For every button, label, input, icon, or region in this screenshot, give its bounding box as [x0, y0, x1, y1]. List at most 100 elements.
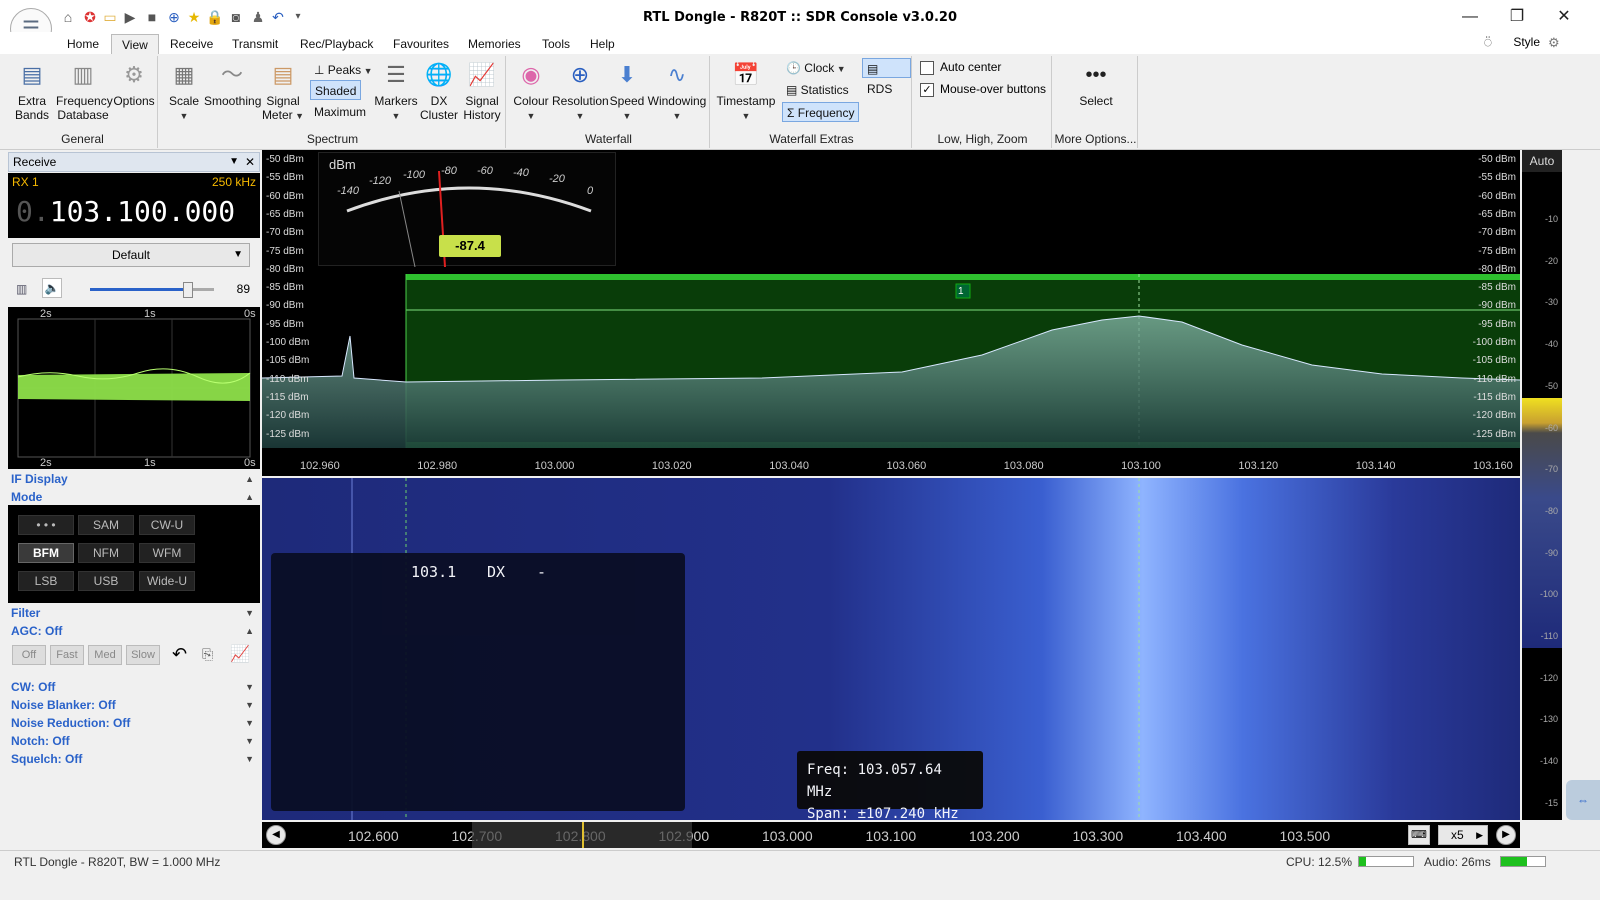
- mode-cwu-button[interactable]: CW-U: [139, 515, 195, 535]
- tab-help[interactable]: Help: [580, 34, 625, 54]
- auto-center-checkbox[interactable]: Auto center: [920, 60, 1001, 75]
- clock-button[interactable]: 🕒 Clock ▼: [782, 58, 850, 78]
- mode-bfm-button[interactable]: BFM: [18, 543, 74, 563]
- preset-dropdown[interactable]: Default ▼: [12, 243, 250, 267]
- play-right-icon: ▶: [1476, 830, 1483, 840]
- noise-blanker-section[interactable]: Noise Blanker: Off ▼: [8, 696, 260, 714]
- mode-more-button[interactable]: • • •: [18, 515, 74, 535]
- play-icon[interactable]: ▶: [122, 9, 138, 25]
- agc-section[interactable]: AGC: Off ▲: [8, 622, 260, 640]
- scroll-right-icon[interactable]: ▶: [1496, 825, 1516, 845]
- mode-nfm-button[interactable]: NFM: [78, 543, 134, 563]
- waterfall-level-scale[interactable]: Auto -10 -20 -30 -40 -50 -60 -70 -80 -90 -100 -110…: [1522, 150, 1562, 820]
- resolution-button[interactable]: ⊕ Resolution ▼: [552, 60, 609, 123]
- noise-reduction-section[interactable]: Noise Reduction: Off ▼: [8, 714, 260, 732]
- agc-fast-button[interactable]: Fast: [50, 645, 84, 665]
- mode-lsb-button[interactable]: LSB: [18, 571, 74, 591]
- peaks-button[interactable]: ⊥ Peaks ▼: [310, 60, 377, 80]
- minimize-button[interactable]: —: [1447, 4, 1493, 30]
- mode-wideu-button[interactable]: Wide-U: [139, 571, 195, 591]
- scroll-left-icon[interactable]: ◀: [266, 825, 286, 845]
- mouse-over-checkbox[interactable]: ✓ Mouse-over buttons: [920, 82, 1046, 97]
- gear-icon[interactable]: ⚙: [1548, 35, 1560, 51]
- timestamp-button[interactable]: 📅 Timestamp ▼: [714, 60, 778, 123]
- cw-section[interactable]: CW: Off ▼: [8, 678, 260, 696]
- tab-home[interactable]: Home: [57, 34, 109, 54]
- markers-button[interactable]: ☰ Markers ▼: [374, 60, 418, 123]
- person-icon[interactable]: ♟: [250, 9, 266, 25]
- frequency-display[interactable]: RX 1 250 kHz 0.103.100.000: [8, 173, 260, 238]
- home-icon[interactable]: ⌂: [60, 9, 76, 25]
- undo-icon[interactable]: ↶: [270, 9, 286, 25]
- squelch-section[interactable]: Squelch: Off ▼: [8, 750, 260, 768]
- restore-button[interactable]: ❐: [1494, 4, 1540, 30]
- chart-icon[interactable]: 📈: [230, 644, 250, 664]
- copy-icon[interactable]: ⎘: [202, 646, 213, 663]
- dx-cluster-button[interactable]: 🌐 DX Cluster: [420, 60, 458, 122]
- close-button[interactable]: ✕: [1541, 4, 1587, 30]
- equalizer-icon[interactable]: ▥: [16, 282, 27, 296]
- scale-button[interactable]: ▦ Scale ▼: [164, 60, 204, 123]
- history-chart-icon: 📈: [468, 62, 496, 87]
- mode-sam-button[interactable]: SAM: [78, 515, 134, 535]
- frequency-button[interactable]: Σ Frequency: [782, 102, 860, 122]
- agc-med-button[interactable]: Med: [88, 645, 122, 665]
- tab-memories[interactable]: Memories: [458, 34, 531, 54]
- select-button[interactable]: ••• Select: [1058, 60, 1134, 108]
- tab-recplayback[interactable]: Rec/Playback: [290, 34, 383, 54]
- smoothing-button[interactable]: 〜 Smoothing: [204, 60, 261, 108]
- camera-icon[interactable]: ◙: [228, 9, 244, 25]
- lifebuoy-icon[interactable]: ✪: [82, 9, 98, 25]
- speed-button[interactable]: ⬇ Speed ▼: [608, 60, 646, 123]
- volume-slider-track[interactable]: [90, 282, 214, 298]
- mode-wfm-button[interactable]: WFM: [139, 543, 195, 563]
- zoom-selector[interactable]: x5 ▶: [1438, 825, 1488, 845]
- stop-icon[interactable]: ■: [144, 9, 160, 25]
- tab-receive[interactable]: Receive: [160, 34, 223, 54]
- panel-close-icon[interactable]: ✕: [245, 153, 255, 171]
- side-panel-toggle-icon[interactable]: ⇔: [1566, 780, 1600, 820]
- shaded-button[interactable]: Shaded: [310, 80, 362, 100]
- mute-speaker-icon[interactable]: 🔈: [42, 278, 62, 298]
- undo-icon[interactable]: ↶: [172, 644, 187, 665]
- plus-icon[interactable]: ⊕: [166, 9, 182, 25]
- scope-label: 2s: [40, 457, 52, 469]
- tuning-marker: [582, 822, 584, 848]
- tab-transmit[interactable]: Transmit: [222, 34, 288, 54]
- tip-freq-label: Freq:: [807, 762, 850, 778]
- tab-favourites[interactable]: Favourites: [383, 34, 459, 54]
- keyboard-icon[interactable]: ⌨: [1408, 825, 1430, 845]
- cpu-meter: [1358, 856, 1414, 867]
- if-display-section[interactable]: IF Display ▲: [8, 470, 260, 488]
- style-menu[interactable]: Style: [1513, 35, 1540, 49]
- star-icon[interactable]: ★: [186, 9, 202, 25]
- signal-meter-button[interactable]: ▤ Signal Meter ▼: [260, 60, 306, 123]
- signal-history-button[interactable]: 📈 Signal History: [460, 60, 504, 122]
- tab-view[interactable]: View: [111, 34, 159, 54]
- extra-bands-button[interactable]: ▤ Extra Bands: [12, 60, 52, 122]
- mode-usb-button[interactable]: USB: [78, 571, 134, 591]
- palette-icon[interactable]: ⍥: [1484, 35, 1492, 51]
- notch-section[interactable]: Notch: Off ▼: [8, 732, 260, 750]
- lock-icon[interactable]: 🔒: [206, 9, 223, 25]
- statistics-button[interactable]: ▤ Statistics: [782, 80, 853, 100]
- filter-section[interactable]: Filter ▼: [8, 604, 260, 622]
- customize-icon[interactable]: ▾: [290, 9, 306, 25]
- calendar-icon: 📅: [732, 62, 760, 87]
- options-button[interactable]: ⚙ Options: [112, 60, 156, 108]
- windowing-button[interactable]: ∿ Windowing ▼: [646, 60, 708, 123]
- marker-label[interactable]: 1: [958, 286, 964, 297]
- rds-button[interactable]: ▤ RDS: [862, 58, 911, 96]
- agc-slow-button[interactable]: Slow: [126, 645, 160, 665]
- agc-off-button[interactable]: Off: [12, 645, 46, 665]
- mode-section[interactable]: Mode ▲: [8, 488, 260, 506]
- volume-slider-thumb[interactable]: [183, 282, 194, 298]
- frequency-database-button[interactable]: ▥ Frequency Database: [56, 60, 113, 122]
- panel-dropdown-icon[interactable]: ▼: [229, 153, 239, 171]
- colour-button[interactable]: ◉ Colour ▼: [510, 60, 552, 123]
- tab-tools[interactable]: Tools: [532, 34, 580, 54]
- auto-button[interactable]: Auto: [1522, 150, 1562, 172]
- maximum-button[interactable]: Maximum: [310, 102, 370, 122]
- waterfall-frequency-axis[interactable]: 102.600102.700102.800102.900103.000103.1…: [262, 822, 1520, 848]
- folder-icon[interactable]: ▭: [102, 9, 118, 25]
